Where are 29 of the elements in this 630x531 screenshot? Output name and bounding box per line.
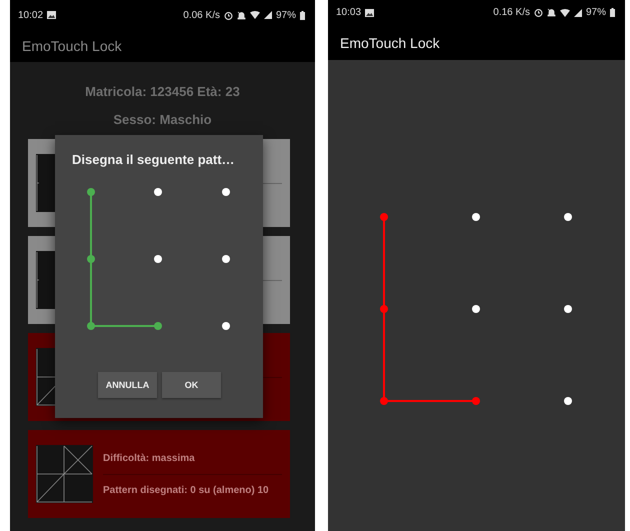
battery-icon: [300, 10, 305, 20]
wifi-icon: [560, 8, 570, 16]
clock: 10:02: [18, 10, 44, 20]
battery-icon: [610, 8, 615, 17]
signal-icon: [264, 11, 272, 19]
image-icon: [365, 8, 374, 16]
battery-level: 97%: [276, 10, 296, 20]
alarm-icon: [534, 8, 543, 17]
network-speed: 0.16 K/s: [493, 7, 530, 18]
cancel-button[interactable]: ANNULLA: [98, 372, 157, 398]
bell-off-icon: [236, 10, 246, 20]
ok-button[interactable]: OK: [162, 372, 221, 398]
clock: 10:03: [336, 7, 362, 18]
battery-level: 97%: [586, 7, 606, 18]
image-icon: [47, 11, 56, 19]
alarm-icon: [224, 10, 233, 20]
bell-off-icon: [546, 8, 556, 17]
gender-info: Sesso: Maschio: [113, 112, 212, 127]
signal-icon: [574, 8, 582, 16]
app-title: EmoTouch Lock: [22, 38, 122, 54]
wifi-icon: [250, 11, 260, 19]
student-info: Matricola: 123456 Età: 23: [85, 84, 240, 99]
list-card[interactable]: Difficoltà: massima Pattern disegnati: 0 su (almeno) 10: [28, 430, 290, 518]
difficulty-label: Difficoltà: massima: [103, 452, 196, 464]
progress-label: Pattern disegnati: 0 su (almeno) 10: [103, 484, 270, 496]
app-title: EmoTouch Lock: [340, 34, 440, 50]
network-speed: 0.06 K/s: [183, 10, 220, 20]
dialog-title: Disegna il seguente patt…: [72, 152, 236, 167]
pattern-thumbnail: [36, 445, 93, 503]
